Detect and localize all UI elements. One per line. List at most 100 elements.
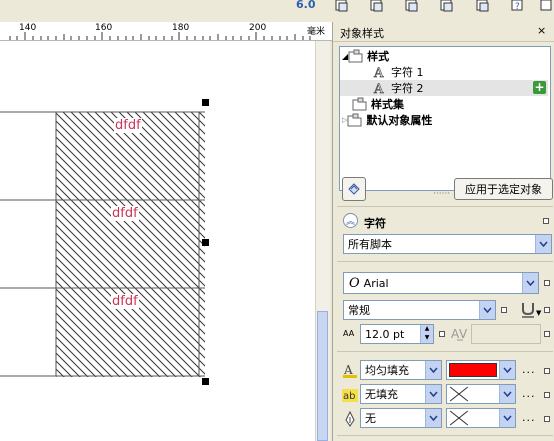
vertical-scrollbar[interactable]	[315, 41, 330, 441]
chevron-down-icon[interactable]	[425, 361, 441, 379]
tree-node-char1[interactable]: A 字符 1	[372, 64, 424, 80]
section-checkbox[interactable]	[543, 218, 549, 224]
chevron-down-icon[interactable]	[499, 409, 515, 427]
top-toolbar: 6.0 ?	[0, 0, 554, 14]
chevron-down-icon[interactable]	[499, 385, 515, 403]
section-title: 字符	[364, 217, 386, 230]
ruler-label: 180	[172, 23, 190, 33]
text-fill-select[interactable]: 均匀填充	[360, 360, 442, 380]
font-style-select[interactable]: 常规	[343, 300, 496, 320]
page-export-icon[interactable]	[476, 0, 492, 12]
chevron-down-icon[interactable]	[425, 409, 441, 427]
script-select[interactable]: 所有脚本	[343, 234, 552, 254]
character-style-icon: A	[373, 82, 385, 95]
divider	[337, 261, 553, 262]
cell-text[interactable]: dfdf	[114, 118, 142, 133]
page-settings-icon[interactable]	[540, 0, 554, 12]
kerning-icon: AV	[451, 326, 469, 345]
outline-pen-icon	[342, 410, 358, 430]
tree-node-defaults[interactable]: ▷ 默认对象属性	[342, 112, 432, 128]
splitter-grip[interactable]: ······	[433, 189, 450, 199]
selection-handle[interactable]	[202, 239, 209, 246]
outline-value: 无	[365, 412, 376, 425]
page-copy-icon[interactable]	[370, 0, 386, 12]
docker-title: 对象样式	[340, 27, 384, 40]
selection-handle[interactable]	[202, 378, 209, 385]
chevron-down-icon[interactable]	[425, 385, 441, 403]
svg-text:?: ?	[515, 2, 520, 12]
docker-header: 对象样式 ×	[333, 22, 554, 42]
color-swatch	[449, 363, 497, 377]
help-icon[interactable]: ?	[511, 0, 527, 12]
bg-fill-checkbox[interactable]	[544, 392, 550, 398]
outline-checkbox[interactable]	[544, 416, 550, 422]
chevron-down-icon[interactable]	[535, 235, 551, 253]
outline-select[interactable]: 无	[360, 408, 442, 428]
tree-node-char2[interactable]: A 字符 2 +	[340, 80, 548, 96]
folder-icon	[352, 97, 367, 111]
page-flip-icon[interactable]	[405, 0, 421, 12]
more-button[interactable]: ...	[522, 411, 536, 424]
text-fill-value: 均匀填充	[365, 364, 409, 377]
underline-dropdown-icon[interactable]: ▼	[536, 309, 541, 317]
tree-label: 默认对象属性	[366, 114, 433, 127]
page-fit-icon[interactable]	[335, 0, 351, 12]
cell-text[interactable]: dfdf	[111, 206, 139, 221]
collapse-section-icon[interactable]: ︽	[343, 213, 358, 228]
background-fill-select[interactable]: 无填充	[360, 384, 442, 404]
outline-color[interactable]	[446, 408, 516, 428]
chevron-down-icon[interactable]	[522, 273, 538, 293]
spinner-icon[interactable]: ▲ ▼	[420, 325, 433, 343]
underline-icon[interactable]	[520, 301, 536, 322]
character-style-icon: A	[373, 66, 385, 79]
kerning-input[interactable]	[471, 324, 541, 344]
svg-text:ab: ab	[343, 391, 355, 402]
more-button[interactable]: ...	[522, 363, 536, 376]
tree-node-styles[interactable]: ◢ 样式	[342, 48, 389, 64]
font-style-checkbox[interactable]	[501, 307, 507, 313]
font-size-input[interactable]: 12.0 pt ▲ ▼	[360, 324, 434, 344]
ruler-label: 200	[249, 23, 267, 33]
no-color-icon	[449, 410, 469, 426]
scrollbar-thumb[interactable]	[317, 311, 328, 441]
svg-text:A: A	[343, 363, 353, 377]
selection-handle[interactable]	[202, 99, 209, 106]
folder-icon	[347, 113, 362, 127]
svg-text:V: V	[459, 327, 468, 341]
divider	[337, 206, 553, 207]
style-manager-button[interactable]	[342, 177, 366, 201]
script-select-value: 所有脚本	[348, 238, 392, 251]
close-icon[interactable]: ×	[537, 24, 546, 37]
horizontal-ruler[interactable]: 140 160 180 200 毫米	[0, 22, 332, 41]
page-layout-icon[interactable]	[440, 0, 456, 12]
cell-text[interactable]: dfdf	[111, 294, 139, 309]
folder-icon	[348, 49, 363, 63]
ruler-unit: 毫米	[307, 27, 326, 37]
apply-to-selected-button[interactable]: 应用于选定对象	[454, 178, 553, 200]
font-size-icon: AA	[343, 329, 355, 338]
style-manager-icon	[348, 183, 360, 195]
font-checkbox[interactable]	[544, 280, 550, 286]
svg-text:A: A	[373, 82, 384, 95]
chevron-down-icon[interactable]	[499, 361, 515, 379]
object-styles-docker: 对象样式 × ◢ 样式 A 字符 1 A 字符 2 + 样式集 ▷ 默认对象属性…	[332, 22, 554, 441]
kerning-checkbox[interactable]	[544, 331, 550, 337]
chevron-down-icon[interactable]	[479, 301, 495, 319]
more-button[interactable]: ...	[522, 387, 536, 400]
font-size-checkbox[interactable]	[439, 331, 445, 337]
drawing-canvas[interactable]: dfdf dfdf dfdf	[0, 41, 315, 441]
styles-tree[interactable]: ◢ 样式 A 字符 1 A 字符 2 + 样式集 ▷ 默认对象属性	[339, 46, 551, 191]
font-size-value: 12.0 pt	[365, 327, 405, 341]
font-style-value: 常规	[348, 304, 370, 317]
ruler-ticks	[9, 32, 311, 40]
apply-button-label: 应用于选定对象	[465, 183, 542, 196]
text-fill-color[interactable]	[446, 360, 516, 380]
zoom-label: 6.0	[296, 0, 316, 11]
text-fill-icon: A	[342, 362, 358, 381]
background-fill-color[interactable]	[446, 384, 516, 404]
font-select[interactable]: O Arial	[343, 272, 539, 294]
add-icon[interactable]: +	[533, 81, 546, 94]
underline-checkbox[interactable]	[544, 307, 550, 313]
fill-checkbox[interactable]	[544, 368, 550, 374]
tree-node-stylesets[interactable]: 样式集	[352, 96, 404, 112]
